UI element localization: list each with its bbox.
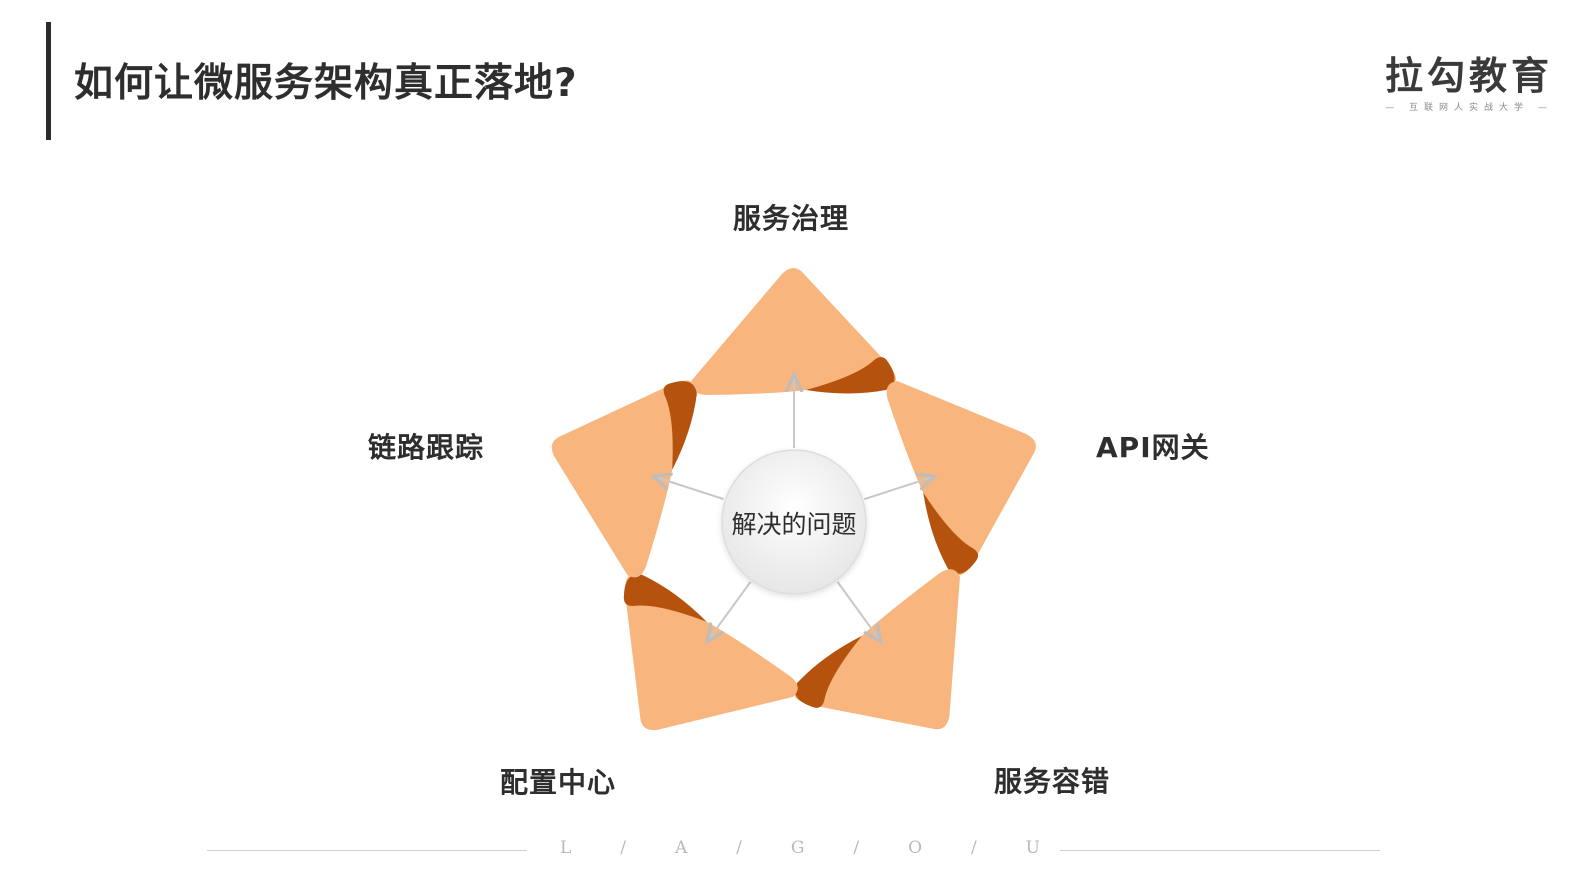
arrow-config-center bbox=[708, 581, 752, 640]
label-service-governance: 服务治理 bbox=[733, 202, 850, 235]
footer-letter: / bbox=[736, 838, 742, 858]
arrow-fault-tolerance bbox=[836, 581, 879, 640]
petal-tracing bbox=[551, 380, 697, 578]
label-config-center: 配置中心 bbox=[500, 766, 617, 799]
petal-light-config-center bbox=[625, 575, 798, 731]
petal-light-api-gateway bbox=[886, 381, 1036, 576]
footer-letter: O bbox=[908, 838, 923, 858]
label-api-gateway: API网关 bbox=[1096, 431, 1210, 464]
footer-letter: A bbox=[674, 838, 688, 858]
footer-line-right bbox=[1060, 850, 1380, 851]
petal-service-governance bbox=[691, 268, 896, 395]
footer-letter: / bbox=[853, 838, 860, 858]
footer-letter: / bbox=[970, 838, 977, 858]
petal-fault-tolerance bbox=[794, 569, 960, 730]
label-tracing: 链路跟踪 bbox=[368, 431, 485, 464]
footer-letter: G bbox=[790, 838, 805, 858]
center-label: 解决的问题 bbox=[731, 510, 857, 539]
petal-api-gateway bbox=[886, 381, 1036, 576]
footer-brand-letters: L / A / G / O / U bbox=[560, 838, 1040, 858]
petal-config-center bbox=[623, 574, 798, 731]
petal-light-tracing bbox=[551, 380, 694, 578]
pentagon-diagram bbox=[551, 268, 1036, 731]
footer-line-left bbox=[207, 850, 527, 851]
label-fault-tolerance: 服务容错 bbox=[994, 765, 1111, 798]
footer-letter: L bbox=[560, 838, 572, 858]
footer-letter: / bbox=[620, 838, 626, 858]
footer-letter: U bbox=[1025, 838, 1040, 858]
